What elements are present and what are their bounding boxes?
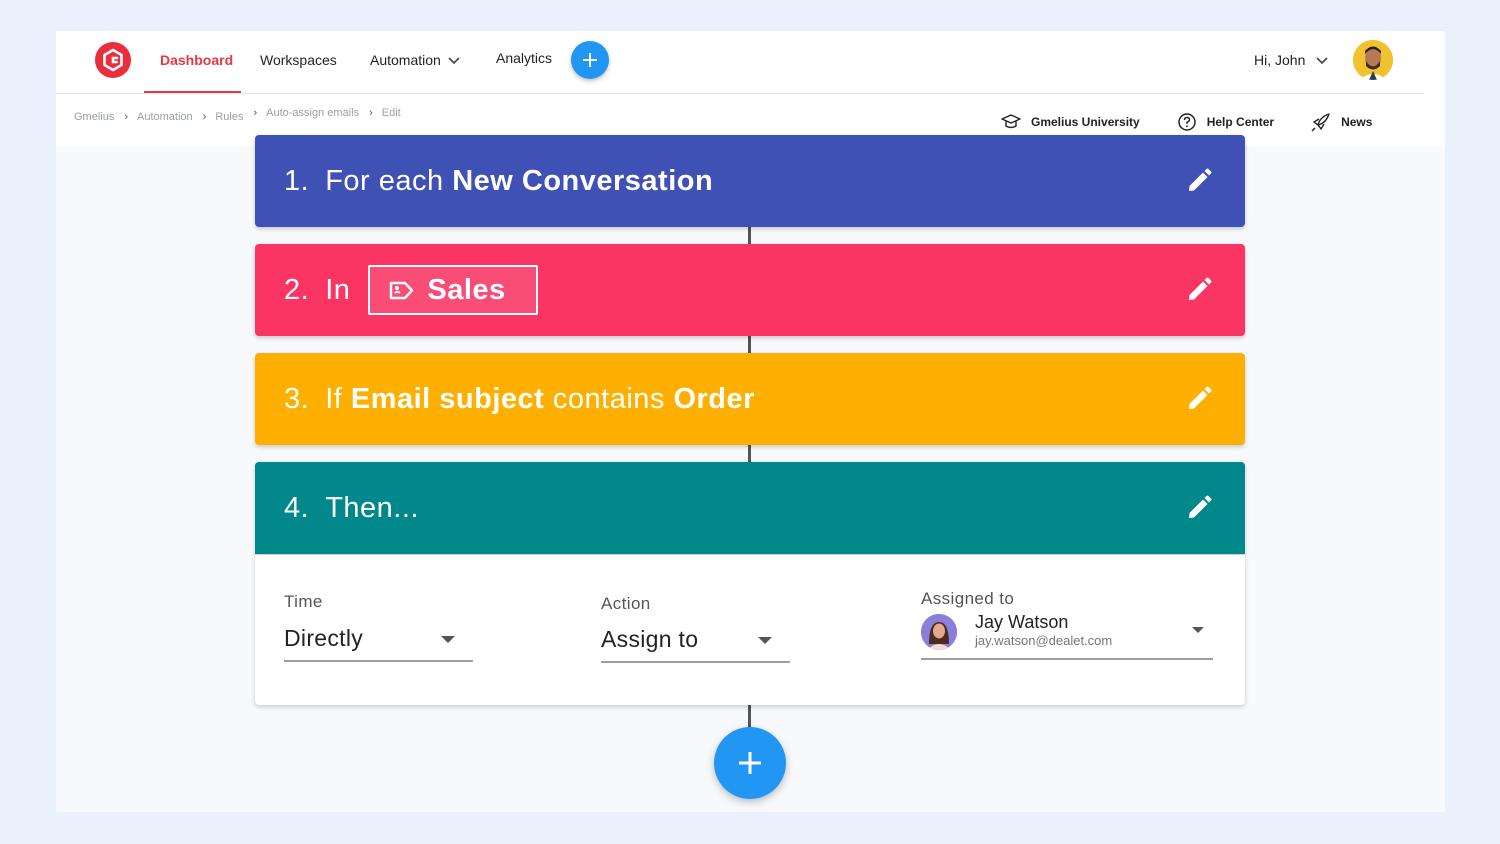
help-center-link[interactable]: Help Center: [1176, 111, 1274, 133]
step-text: If: [325, 382, 351, 415]
step-label-filter[interactable]: 2. In Sales: [255, 244, 1245, 336]
assignee-select-underline: [921, 658, 1213, 660]
step-condition[interactable]: 3. If Email subject contains Order: [255, 353, 1245, 445]
step-number: 1.: [284, 164, 310, 197]
logo-g-icon: [103, 48, 123, 72]
news-label: News: [1341, 115, 1373, 129]
assigned-field-label: Assigned to: [921, 589, 1015, 608]
breadcrumb-separator-icon: ›: [202, 111, 207, 123]
step-text: contains: [544, 382, 674, 415]
step-connector: [748, 705, 751, 729]
step-number: 2.: [284, 273, 310, 306]
chevron-down-icon: [448, 57, 460, 65]
label-tag[interactable]: Sales: [368, 265, 538, 315]
dropdown-caret-icon: [441, 636, 455, 643]
step-action[interactable]: 4. Then...: [255, 462, 1245, 554]
breadcrumb-separator-icon: ›: [253, 107, 258, 119]
breadcrumb-item[interactable]: Automation: [137, 111, 193, 123]
action-select-underline: [601, 661, 790, 663]
step-number: 4.: [284, 491, 310, 524]
assignee-email: jay.watson@dealet.com: [975, 633, 1113, 648]
step-text: Then...: [325, 491, 419, 524]
plus-icon: [739, 752, 761, 774]
edit-pencil-icon[interactable]: [1184, 493, 1214, 523]
user-greeting: Hi, John: [1254, 52, 1306, 68]
user-menu[interactable]: Hi, John: [1254, 52, 1329, 68]
step-connector: [748, 336, 751, 353]
top-bar: Dashboard Workspaces Automation Analytic…: [56, 31, 1445, 146]
question-circle-icon: [1177, 113, 1196, 131]
help-links: Gmelius University Help Center News: [1000, 111, 1408, 133]
time-field-label: Time: [284, 592, 323, 611]
label-tag-text: Sales: [427, 273, 506, 306]
time-select-value: Directly: [284, 625, 364, 651]
nav-dashboard[interactable]: Dashboard: [160, 52, 233, 68]
step-connector: [748, 227, 751, 244]
help-center-label: Help Center: [1206, 115, 1275, 129]
nav-analytics[interactable]: Analytics: [496, 50, 552, 66]
breadcrumb-separator-icon: ›: [369, 107, 373, 119]
dropdown-caret-icon: [1192, 627, 1204, 633]
step-number: 3.: [284, 382, 310, 415]
create-button[interactable]: [571, 41, 609, 79]
assignee-name: Jay Watson: [975, 612, 1069, 632]
user-avatar-image: [1353, 40, 1393, 80]
nav-analytics-label: Analytics: [496, 50, 553, 66]
plus-icon: [583, 53, 597, 67]
breadcrumb-current: Edit: [381, 107, 401, 119]
dropdown-caret-icon: [758, 637, 772, 644]
chevron-down-icon: [1316, 57, 1328, 65]
action-select-value: Assign to: [601, 626, 699, 652]
action-field-label: Action: [601, 594, 651, 613]
step-highlight: Order: [673, 382, 755, 415]
graduation-cap-icon: [1001, 114, 1021, 129]
breadcrumb-separator-icon: ›: [124, 111, 129, 123]
rocket-icon: [1311, 113, 1330, 132]
breadcrumb-item[interactable]: Gmelius: [74, 111, 114, 123]
nav-automation[interactable]: Automation: [370, 52, 461, 68]
nav-dashboard-label: Dashboard: [160, 52, 234, 68]
nav-workspaces-label: Workspaces: [260, 52, 337, 68]
edit-pencil-icon[interactable]: [1184, 384, 1214, 414]
breadcrumb-item[interactable]: Auto-assign emails: [266, 107, 359, 119]
breadcrumb-item[interactable]: Rules: [215, 111, 243, 123]
assignee-avatar: [921, 614, 957, 650]
label-tag-icon: [390, 281, 414, 299]
action-detail-panel: Time Directly Action Assign to Assigned …: [255, 555, 1245, 705]
top-bar-divider: [56, 93, 1424, 94]
edit-pencil-icon[interactable]: [1184, 275, 1214, 305]
step-trigger[interactable]: 1. For each New Conversation: [255, 135, 1245, 227]
assignee-avatar-image: [921, 614, 957, 650]
step-highlight: Email subject: [350, 382, 545, 415]
news-link[interactable]: News: [1310, 111, 1372, 133]
nav-workspaces[interactable]: Workspaces: [260, 52, 337, 68]
breadcrumb: Gmelius › Automation › Rules › Auto-assi…: [74, 107, 401, 123]
step-highlight: New Conversation: [452, 164, 714, 197]
edit-pencil-icon[interactable]: [1184, 166, 1214, 196]
add-step-button[interactable]: [714, 727, 786, 799]
gmelius-logo[interactable]: [95, 42, 131, 78]
gmelius-university-label: Gmelius University: [1031, 115, 1140, 129]
gmelius-university-link[interactable]: Gmelius University: [1000, 111, 1140, 133]
time-select-underline: [284, 660, 473, 662]
step-connector: [748, 445, 751, 462]
user-avatar[interactable]: [1353, 40, 1393, 80]
step-text: For each: [325, 164, 453, 197]
nav-automation-label: Automation: [370, 52, 441, 68]
step-text: In: [325, 273, 351, 306]
